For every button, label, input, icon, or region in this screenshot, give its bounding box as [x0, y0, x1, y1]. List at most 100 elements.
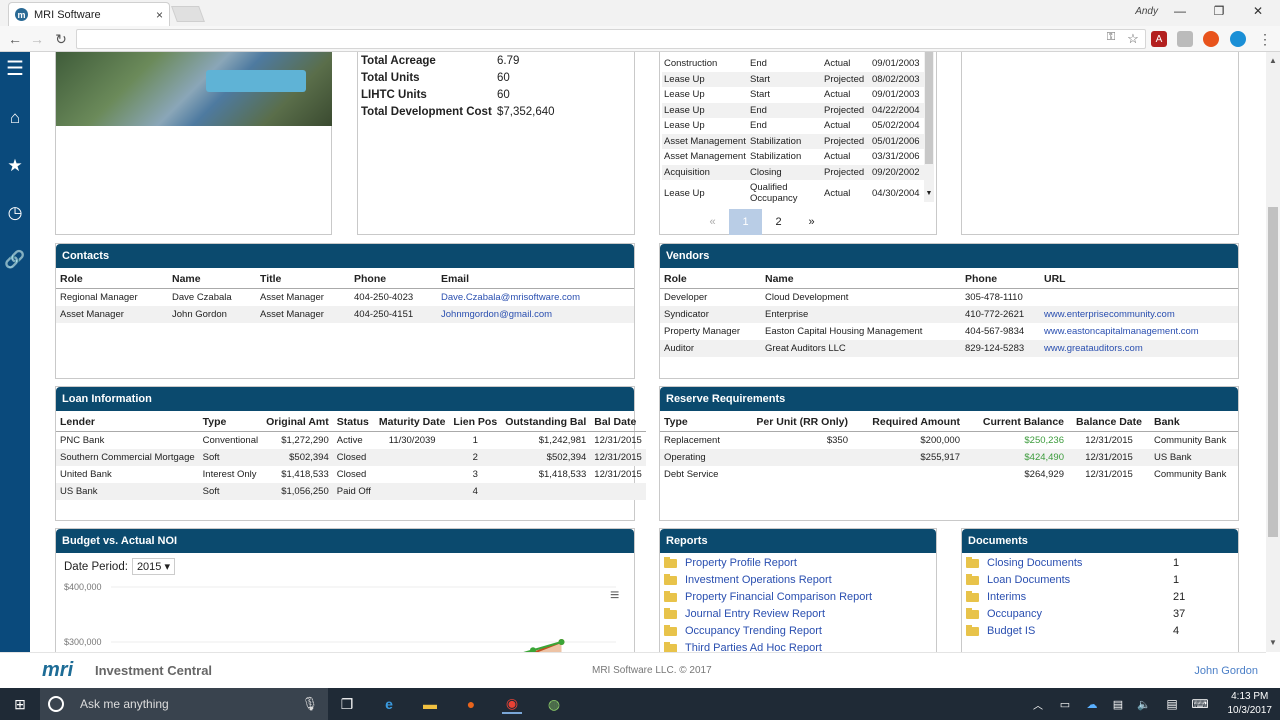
vendor-name: Easton Capital Housing Management [765, 326, 923, 337]
document-item[interactable]: Closing Documents 1 [966, 555, 1238, 572]
bookmark-star-icon[interactable]: ☆ [1124, 31, 1142, 47]
firefox-extension-icon[interactable] [1203, 31, 1219, 47]
vendors-panel: Vendors Role Name Phone URL Developer Clo… [659, 243, 1239, 379]
link-icon[interactable]: 🔗 [3, 248, 27, 272]
extension-icon[interactable] [1177, 31, 1193, 47]
chart-point[interactable] [558, 639, 565, 645]
tray-expand-icon[interactable]: ︿ [1028, 694, 1048, 714]
milestones-scroll-thumb[interactable] [925, 52, 933, 164]
favorites-star-icon[interactable]: ★ [3, 154, 27, 178]
page-scroll-thumb[interactable] [1268, 207, 1278, 537]
document-item[interactable]: Occupancy 37 [966, 606, 1238, 623]
network-icon[interactable]: ▤ [1108, 694, 1128, 714]
taskbar-search[interactable]: Ask me anything 🎙 [40, 688, 328, 720]
report-item[interactable]: Journal Entry Review Report [664, 606, 936, 623]
pool-shape [206, 70, 306, 92]
firefox-icon[interactable]: ● [461, 694, 481, 714]
report-item[interactable]: Investment Operations Report [664, 572, 936, 589]
document-item[interactable]: Loan Documents 1 [966, 572, 1238, 589]
report-link[interactable]: Investment Operations Report [685, 572, 832, 589]
total-acreage-label: Total Acreage [361, 55, 436, 67]
tray-battery-icon[interactable]: ▭ [1055, 694, 1075, 714]
reserve-row: Debt Service $264,929 12/31/2015 Community … [660, 466, 1238, 483]
history-clock-icon[interactable]: ◷ [3, 201, 27, 225]
onedrive-icon[interactable]: ☁ [1082, 694, 1102, 714]
date-period-value: 2015 [136, 561, 162, 573]
browser-tab[interactable]: m MRI Software × [8, 2, 170, 26]
home-icon[interactable]: ⌂ [3, 106, 27, 130]
chrome-icon[interactable]: ◉ [502, 694, 522, 714]
microphone-icon[interactable]: 🎙 [301, 696, 318, 712]
report-link[interactable]: Occupancy Trending Report [685, 623, 822, 640]
reload-icon[interactable]: ↻ [52, 31, 70, 48]
document-link[interactable]: Closing Documents [987, 555, 1173, 572]
vendor-phone: 404-567-9834 [965, 326, 1025, 337]
vendor-url-link[interactable]: www.greatauditors.com [1044, 343, 1143, 354]
contact-email-link[interactable]: Johnmgordon@gmail.com [441, 309, 552, 320]
scroll-up-icon[interactable]: ▲ [1266, 56, 1280, 65]
milestone-phase: Lease Up [664, 120, 705, 132]
milestones-scrollbar[interactable]: ▼ [924, 52, 934, 202]
pager-next[interactable]: » [795, 209, 828, 235]
address-bar-input[interactable] [76, 29, 1146, 49]
pager-prev[interactable]: « [696, 209, 729, 235]
loan-status: Closed [332, 449, 375, 466]
notifications-icon[interactable]: ▤ [1162, 694, 1182, 714]
vendor-url-link[interactable]: www.eastoncapitalmanagement.com [1044, 326, 1199, 337]
report-item[interactable]: Third Parties Ad Hoc Report [664, 640, 936, 652]
keyboard-icon[interactable]: ⌨ [1190, 694, 1210, 714]
key-icon[interactable]: ⚿ [1102, 31, 1120, 44]
reserve-panel: Reserve Requirements Type Per Unit (RR O… [659, 386, 1239, 521]
pager-page-1[interactable]: 1 [729, 209, 762, 235]
browser-user-name[interactable]: Andy [1135, 6, 1158, 17]
footer-user-link[interactable]: John Gordon [1194, 665, 1258, 677]
date-period-label: Date Period: [64, 560, 128, 573]
date-period-select[interactable]: 2015 ▾ [131, 558, 176, 575]
contact-email-link[interactable]: Dave.Czabala@mrisoftware.com [441, 292, 580, 303]
document-link[interactable]: Loan Documents [987, 572, 1173, 589]
report-link[interactable]: Property Financial Comparison Report [685, 589, 872, 606]
pager-page-2[interactable]: 2 [762, 209, 795, 235]
report-link[interactable]: Property Profile Report [685, 555, 797, 572]
scroll-down-arrow-icon[interactable]: ▼ [924, 190, 934, 197]
maximize-icon[interactable]: ❐ [1207, 4, 1231, 18]
hamburger-menu-icon[interactable]: ☰ [3, 56, 27, 80]
taskbar-clock[interactable]: 4:13 PM 10/3/2017 [1228, 690, 1273, 718]
report-item[interactable]: Property Financial Comparison Report [664, 589, 936, 606]
copyright: MRI Software LLC. © 2017 [592, 665, 712, 676]
loan-bal-date: 12/31/2015 [594, 435, 642, 446]
back-arrow-icon[interactable]: ← [6, 31, 24, 47]
circle-extension-icon[interactable] [1230, 31, 1246, 47]
minimize-icon[interactable]: — [1168, 4, 1192, 18]
task-view-icon[interactable]: ❐ [337, 694, 357, 714]
page-scrollbar[interactable]: ▲ ▼ [1266, 52, 1280, 652]
file-explorer-icon[interactable]: ▬ [420, 694, 440, 714]
report-item[interactable]: Property Profile Report [664, 555, 936, 572]
volume-icon[interactable]: 🔈 [1134, 694, 1154, 714]
document-link[interactable]: Interims [987, 589, 1173, 606]
clock-time: 4:13 PM [1231, 691, 1269, 702]
forward-arrow-icon[interactable]: → [28, 31, 46, 47]
windows-start-icon[interactable]: ⊞ [10, 694, 30, 714]
document-item[interactable]: Budget IS 4 [966, 623, 1238, 640]
edge-icon[interactable]: e [379, 694, 399, 714]
report-link[interactable]: Journal Entry Review Report [685, 606, 825, 623]
report-link[interactable]: Third Parties Ad Hoc Report [685, 640, 822, 652]
report-item[interactable]: Occupancy Trending Report [664, 623, 936, 640]
folder-icon [966, 557, 979, 568]
chart-ytick-label: $300,000 [64, 637, 102, 647]
folder-icon [664, 557, 677, 568]
tab-close-icon[interactable]: × [156, 8, 163, 22]
globe-app-icon[interactable]: ◍ [544, 694, 564, 714]
new-tab-button[interactable] [171, 6, 205, 22]
document-item[interactable]: Interims 21 [966, 589, 1238, 606]
document-link[interactable]: Occupancy [987, 606, 1173, 623]
close-window-icon[interactable]: ✕ [1246, 4, 1270, 18]
pdf-extension-icon[interactable]: A [1151, 31, 1167, 47]
browser-titlebar: m MRI Software × Andy — ❐ ✕ [0, 0, 1280, 26]
vendor-url-link[interactable]: www.enterprisecommunity.com [1044, 309, 1175, 320]
milestones-panel: Construction End Actual 09/01/2003 Lease Up S… [659, 52, 937, 235]
menu-dots-icon[interactable]: ⋮ [1256, 31, 1274, 48]
document-link[interactable]: Budget IS [987, 623, 1173, 640]
scroll-down-icon[interactable]: ▼ [1266, 638, 1280, 647]
